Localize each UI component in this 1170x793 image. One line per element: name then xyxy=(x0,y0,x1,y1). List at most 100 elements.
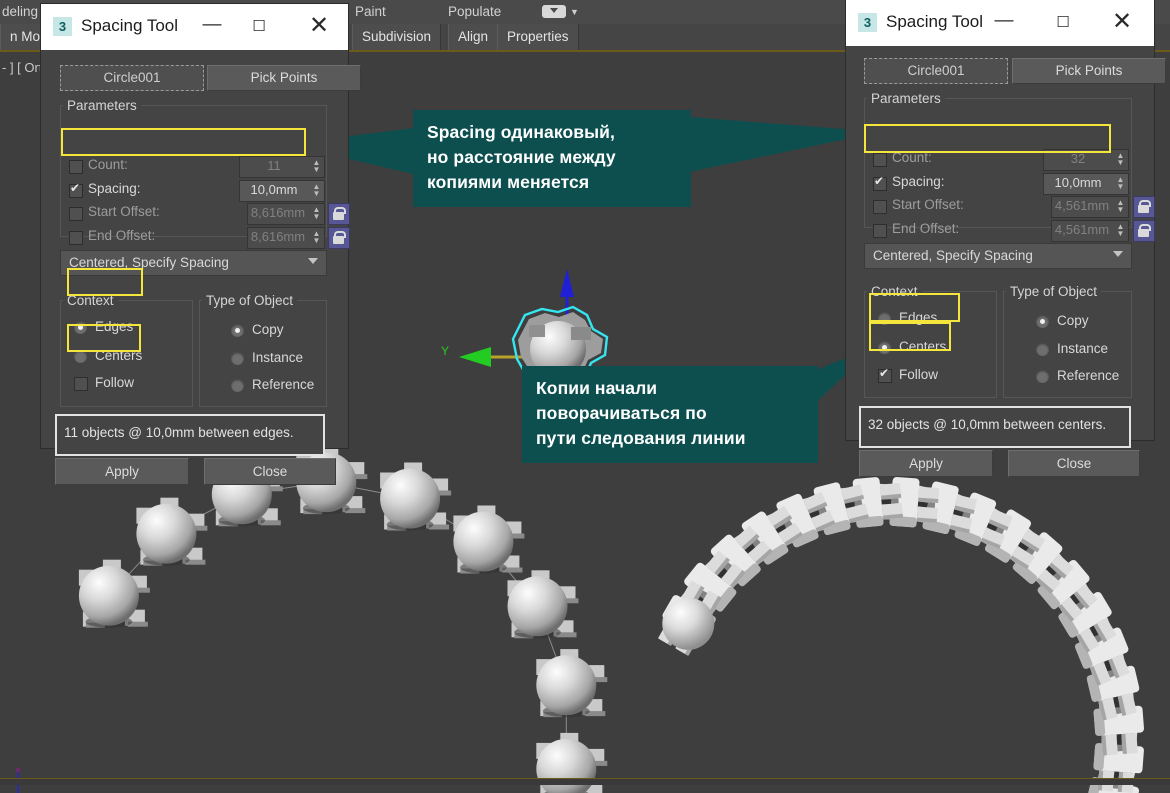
pick-object-button-left[interactable]: Circle001 xyxy=(60,65,204,91)
ribbon2-item-properties[interactable]: Properties xyxy=(497,24,579,50)
spacing-tool-dialog-right[interactable]: 3 Spacing Tool — ☐ ✕ Circle001 Pick Poin… xyxy=(846,0,1166,477)
close-dialog-button-right[interactable]: Close xyxy=(1008,450,1140,477)
end-offset-spinner-right[interactable]: 4,561mm ▲ ▼ xyxy=(1051,220,1129,242)
follow-checkbox-left[interactable] xyxy=(74,377,88,391)
copy-radio-right[interactable] xyxy=(1036,315,1049,328)
instance-radio-left[interactable] xyxy=(231,352,244,365)
param-row-start-offset-right[interactable]: Start Offset: 4,561mm ▲ ▼ xyxy=(873,196,1155,218)
spacing-checkbox-left[interactable] xyxy=(69,180,83,198)
spacing-tool-dialog-left[interactable]: 3 Spacing Tool — ☐ ✕ Circle001 Pick Poin… xyxy=(41,4,361,485)
apply-button-right[interactable]: Apply xyxy=(859,450,993,477)
chevron-down-icon[interactable]: ▼ xyxy=(570,0,579,24)
follow-label-right: Follow xyxy=(899,367,939,382)
centers-radio-left[interactable] xyxy=(74,350,87,363)
close-button-left[interactable]: ✕ xyxy=(296,4,342,50)
minimize-icon: — xyxy=(994,10,1014,31)
count-spinner-right[interactable]: 32 ▲ ▼ xyxy=(1043,149,1129,171)
reference-label-right: Reference xyxy=(1057,368,1120,383)
copy-radio-left[interactable] xyxy=(231,324,244,337)
end-offset-spinner-arrows-left[interactable]: ▲ ▼ xyxy=(311,230,322,245)
apply-button-left[interactable]: Apply xyxy=(55,458,189,485)
reference-radio-left[interactable] xyxy=(231,379,244,392)
spacing-mode-combo-right[interactable]: Centered, Specify Spacing xyxy=(864,243,1132,269)
close-button-right[interactable]: ✕ xyxy=(1099,0,1145,46)
edges-radio-left[interactable] xyxy=(74,321,87,334)
count-label-left: Count: xyxy=(88,157,128,172)
count-label-right: Count: xyxy=(892,150,932,165)
start-offset-checkbox-left[interactable] xyxy=(69,207,83,221)
world-origin-tripod xyxy=(15,767,21,793)
chevron-down-icon[interactable] xyxy=(308,258,318,264)
instance-radio-right[interactable] xyxy=(1036,343,1049,356)
pick-points-button-left[interactable]: Pick Points xyxy=(207,65,361,91)
spacing-spinner-arrows-right[interactable]: ▲ ▼ xyxy=(1115,176,1126,191)
end-offset-spinner-left[interactable]: 8,616mm ▲ ▼ xyxy=(247,227,325,249)
maximize-button-left[interactable]: ☐ xyxy=(236,4,282,50)
copy-label-right: Copy xyxy=(1057,313,1089,328)
end-offset-checkbox-left[interactable] xyxy=(69,231,83,245)
ribbon-dropdown-pill[interactable] xyxy=(542,5,566,18)
reference-label-left: Reference xyxy=(252,377,315,392)
spacing-spinner-left[interactable]: 10,0mm ▲ ▼ xyxy=(239,180,325,202)
ribbon-item-modeling[interactable]: deling xyxy=(2,0,38,24)
count-spinner-arrows-right[interactable]: ▲ ▼ xyxy=(1115,152,1126,167)
follow-checkbox-right[interactable] xyxy=(878,365,892,383)
param-row-spacing-left[interactable]: Spacing: 10,0mm ▲▼ xyxy=(69,180,325,202)
start-offset-value-left: 8,616mm xyxy=(250,205,306,220)
status-readout-left: 11 objects @ 10,0mm between edges. xyxy=(55,414,325,456)
spacing-checkbox-right[interactable] xyxy=(873,173,887,191)
param-row-count-right[interactable]: Count: 32 ▲ ▼ xyxy=(873,149,1129,171)
spacing-spinner-arrows-left[interactable]: ▲ ▼ xyxy=(311,183,322,198)
spacing-mode-combo-left[interactable]: Centered, Specify Spacing xyxy=(60,250,327,276)
minimize-icon: — xyxy=(202,14,222,35)
end-offset-checkbox-right[interactable] xyxy=(873,224,887,238)
end-offset-lock-icon-right[interactable] xyxy=(1133,220,1155,242)
pick-object-button-right[interactable]: Circle001 xyxy=(864,58,1008,84)
maximize-button-right[interactable]: ☐ xyxy=(1040,0,1086,46)
callout-follow-line-3: пути следования линии xyxy=(536,428,746,448)
dialog-title-bar-left[interactable]: 3 Spacing Tool — ☐ ✕ xyxy=(41,4,348,50)
start-offset-lock-icon-left[interactable] xyxy=(328,203,350,225)
count-spinner-left[interactable]: 11 ▲ ▼ xyxy=(239,156,325,178)
callout-follow-line-1: Копии начали xyxy=(536,378,658,398)
max-app-icon: 3 xyxy=(858,13,877,32)
copy-label-left: Copy xyxy=(252,322,284,337)
end-offset-lock-icon-left[interactable] xyxy=(328,227,350,249)
start-offset-spinner-arrows-right[interactable]: ▲ ▼ xyxy=(1115,199,1126,214)
reference-radio-right[interactable] xyxy=(1036,370,1049,383)
count-checkbox-right[interactable] xyxy=(873,153,887,167)
close-dialog-button-left[interactable]: Close xyxy=(204,458,336,485)
param-row-end-offset-right[interactable]: End Offset: 4,561mm ▲ ▼ xyxy=(873,220,1155,242)
ribbon2-item-align[interactable]: Align xyxy=(448,24,499,50)
chevron-down-icon[interactable] xyxy=(1113,251,1123,257)
param-row-count-left[interactable]: Count: 11 ▲ ▼ xyxy=(69,156,325,178)
dialog-title-bar-right[interactable]: 3 Spacing Tool — ☐ ✕ xyxy=(846,0,1154,46)
count-checkbox-left[interactable] xyxy=(69,160,83,174)
param-row-spacing-right[interactable]: Spacing: 10,0mm ▲▼ xyxy=(873,173,1129,195)
end-offset-spinner-arrows-right[interactable]: ▲ ▼ xyxy=(1115,223,1126,238)
close-icon: ✕ xyxy=(308,12,330,39)
spacing-spinner-right[interactable]: 10,0mm ▲ ▼ xyxy=(1043,173,1129,195)
minimize-button-right[interactable]: — xyxy=(981,0,1027,46)
ribbon-item-populate[interactable]: Populate xyxy=(448,0,501,24)
edges-radio-right[interactable] xyxy=(878,312,891,325)
start-offset-spinner-arrows-left[interactable]: ▲ ▼ xyxy=(311,206,322,221)
edges-label-left: Edges xyxy=(95,319,134,334)
dialog-title-left: Spacing Tool xyxy=(81,16,179,35)
centers-radio-right[interactable] xyxy=(878,341,891,354)
ribbon-item-paint[interactable]: Paint xyxy=(355,0,386,24)
ribbon2-item-subdivision[interactable]: Subdivision xyxy=(352,24,442,50)
spacing-mode-value-left: Centered, Specify Spacing xyxy=(69,255,229,270)
start-offset-spinner-right[interactable]: 4,561mm ▲ ▼ xyxy=(1051,196,1129,218)
count-spinner-arrows-left[interactable]: ▲ ▼ xyxy=(311,159,322,174)
start-offset-lock-icon-right[interactable] xyxy=(1133,196,1155,218)
start-offset-checkbox-right[interactable] xyxy=(873,200,887,214)
dialog-title-right: Spacing Tool xyxy=(886,12,984,31)
param-row-start-offset-left[interactable]: Start Offset: 8,616mm ▲ ▼ xyxy=(69,203,350,225)
spacing-value-right: 10,0mm xyxy=(1054,175,1102,190)
pick-points-button-right[interactable]: Pick Points xyxy=(1012,58,1166,84)
param-row-end-offset-left[interactable]: End Offset: 8,616mm ▲ ▼ xyxy=(69,227,350,249)
minimize-button-left[interactable]: — xyxy=(189,4,235,50)
start-offset-spinner-left[interactable]: 8,616mm ▲ ▼ xyxy=(247,203,325,225)
start-offset-label-left: Start Offset: xyxy=(88,204,160,219)
